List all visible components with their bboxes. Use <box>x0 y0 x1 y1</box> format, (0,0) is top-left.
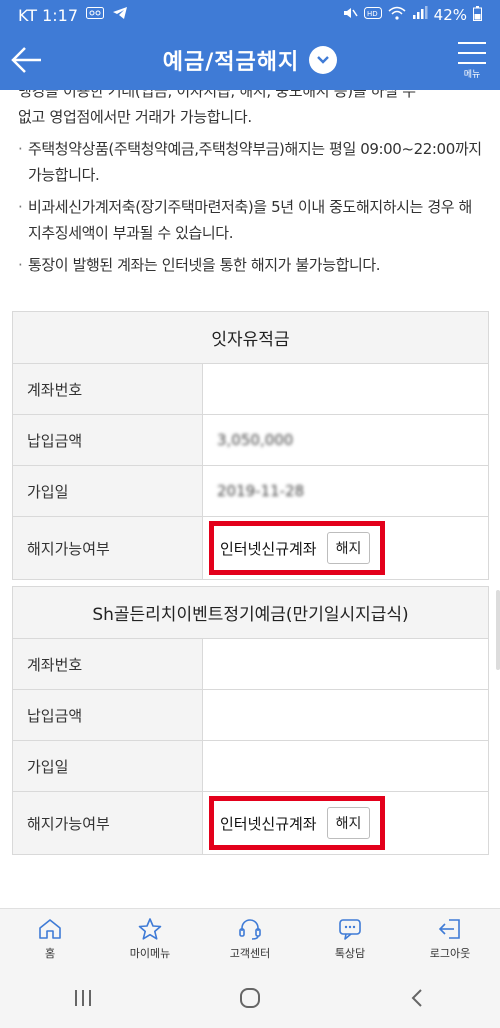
account-name: 잇자유적금 <box>13 312 488 364</box>
account-no-value <box>203 639 488 689</box>
nav-logout[interactable]: 로그아웃 <box>400 909 500 968</box>
nav-talk-chat[interactable]: 톡상담 <box>300 909 400 968</box>
wifi-icon <box>388 6 406 24</box>
back-system-button[interactable] <box>387 978 447 1018</box>
table-row: 가입일 <box>13 741 488 792</box>
battery-icon <box>473 5 482 25</box>
system-nav-bar <box>0 968 500 1028</box>
nav-label: 홈 <box>44 946 56 960</box>
account-no-value <box>203 364 488 414</box>
account-name: Sh골든리치이벤트정기예금(만기일시지급식) <box>13 587 488 639</box>
bottom-nav: 홈 마이메뉴 고객센터 톡상담 로그아웃 <box>0 908 500 968</box>
hd-icon: HD <box>363 7 382 23</box>
notice-item: · 주택청약상품(주택청약예금,주택청약부금)해지는 평일 09:00~22:0… <box>18 136 482 188</box>
carrier-time: KT 1:17 <box>18 5 79 25</box>
notice-item: · 비과세신가계저축(장기주택마련저축)을 5년 이내 중도해지하시는 경우 해… <box>18 194 482 246</box>
notice-text: 비과세신가계저축(장기주택마련저축)을 5년 이내 중도해지하시는 경우 해지추… <box>28 198 472 242</box>
page-title: 예금/적금해지 <box>162 50 300 75</box>
chevron-left-icon <box>411 989 422 1007</box>
cancel-account-button[interactable]: 해지 <box>326 532 371 564</box>
amount-label: 납입금액 <box>13 415 203 465</box>
menu-button[interactable]: 메뉴 <box>454 38 490 84</box>
cancel-status-label: 해지가능여부 <box>13 792 203 854</box>
star-icon <box>138 917 162 940</box>
mute-icon <box>342 6 358 24</box>
join-date-label: 가입일 <box>13 741 203 791</box>
notice-partial-line: 뱅킹을 이용한 거래(입금, 이자지급, 해지, 중도해지 등)를 하실 수 <box>18 90 416 100</box>
home-icon <box>39 918 61 939</box>
telegram-icon <box>112 6 128 24</box>
table-row: 가입일 2019-11-28 <box>13 466 488 517</box>
cancel-highlight-box: 인터넷신규계좌 해지 <box>209 796 386 850</box>
join-date-value: 2019-11-28 <box>217 482 305 500</box>
bullet: · <box>18 256 23 274</box>
cancel-highlight-box: 인터넷신규계좌 해지 <box>209 521 386 575</box>
nav-label: 로그아웃 <box>429 946 471 960</box>
table-row: 계좌번호 <box>13 639 488 690</box>
chat-icon <box>339 918 361 940</box>
voicemail-icon <box>86 7 105 23</box>
logout-icon <box>438 918 460 939</box>
notice-text: 주택청약상품(주택청약예금,주택청약부금)해지는 평일 09:00~22:00까… <box>28 140 482 184</box>
chevron-down-icon <box>317 56 330 64</box>
table-row: 해지가능여부 인터넷신규계좌 해지 <box>13 792 488 854</box>
amount-value: 3,050,000 <box>217 431 294 449</box>
bullet: · <box>18 140 23 158</box>
nav-my-menu[interactable]: 마이메뉴 <box>100 909 200 968</box>
signal-icon <box>412 6 428 24</box>
nav-customer-center[interactable]: 고객센터 <box>200 909 300 968</box>
cancel-account-button[interactable]: 해지 <box>326 807 371 839</box>
headset-icon <box>239 918 261 940</box>
app-header: 예금/적금해지 메뉴 <box>0 30 500 90</box>
title-dropdown-button[interactable] <box>309 46 338 74</box>
notice-section: 뱅킹을 이용한 거래(입금, 이자지급, 해지, 중도해지 등)를 하실 수 없… <box>0 90 500 290</box>
nav-label: 톡상담 <box>334 946 366 960</box>
home-circle-icon <box>239 988 260 1008</box>
join-date-label: 가입일 <box>13 466 203 516</box>
recent-apps-button[interactable] <box>53 978 113 1018</box>
amount-label: 납입금액 <box>13 690 203 740</box>
account-table: Sh골든리치이벤트정기예금(만기일시지급식) 계좌번호 납입금액 가입일 해지가… <box>12 586 489 855</box>
nav-label: 고객센터 <box>229 946 271 960</box>
table-row: 납입금액 3,050,000 <box>13 415 488 466</box>
status-bar: KT 1:17 HD 42% <box>0 0 500 30</box>
scroll-indicator <box>496 590 500 670</box>
back-arrow-icon <box>11 47 41 73</box>
bullet: · <box>18 198 23 216</box>
cancel-status-text: 인터넷신규계좌 <box>220 539 317 558</box>
home-system-button[interactable] <box>220 978 280 1018</box>
nav-home[interactable]: 홈 <box>0 909 100 968</box>
notice-line: 없고 영업점에서만 거래가 가능합니다. <box>18 108 252 126</box>
hamburger-icon <box>458 38 486 64</box>
recent-apps-icon <box>75 990 92 1006</box>
cancel-status-label: 해지가능여부 <box>13 517 203 579</box>
notice-text: 통장이 발행된 계좌는 인터넷을 통한 해지가 불가능합니다. <box>28 256 381 274</box>
cancel-status-text: 인터넷신규계좌 <box>220 814 317 833</box>
notice-item: · 통장이 발행된 계좌는 인터넷을 통한 해지가 불가능합니다. <box>18 252 482 278</box>
account-no-label: 계좌번호 <box>13 364 203 414</box>
table-row: 계좌번호 <box>13 364 488 415</box>
nav-label: 마이메뉴 <box>129 946 171 960</box>
back-button[interactable] <box>10 42 44 78</box>
account-no-label: 계좌번호 <box>13 639 203 689</box>
svg-text:HD: HD <box>367 10 378 18</box>
battery-percent: 42% <box>433 6 467 24</box>
menu-label: 메뉴 <box>463 70 481 80</box>
table-row: 해지가능여부 인터넷신규계좌 해지 <box>13 517 488 579</box>
table-row: 납입금액 <box>13 690 488 741</box>
account-table: 잇자유적금 계좌번호 납입금액 3,050,000 가입일 2019-11-28… <box>12 311 489 580</box>
